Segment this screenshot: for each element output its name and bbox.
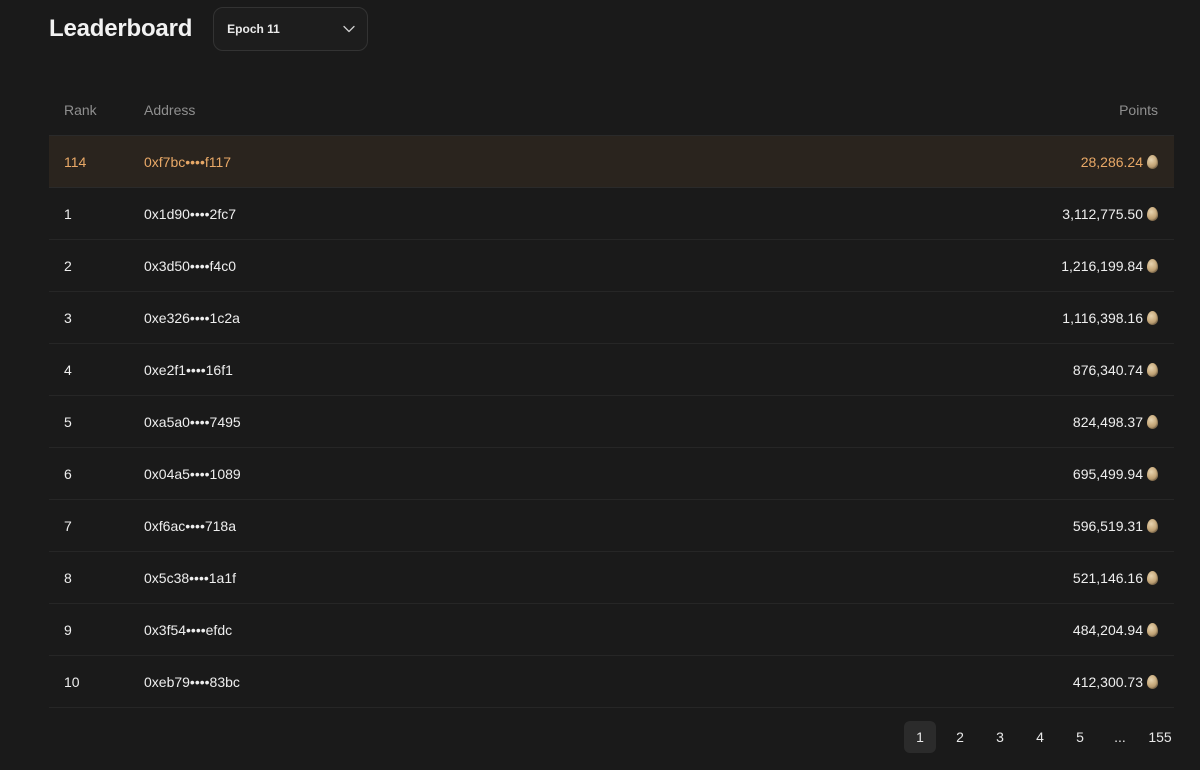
rank-cell: 6 xyxy=(64,465,72,482)
rank-cell: 7 xyxy=(64,517,72,534)
table-header: Rank Address Points xyxy=(49,84,1174,136)
points-value: 695,499.94 xyxy=(1072,465,1143,482)
points-value: 876,340.74 xyxy=(1072,361,1143,378)
points-value: 412,300.73 xyxy=(1072,673,1143,690)
column-header-points: Points xyxy=(1119,101,1158,118)
column-header-address: Address xyxy=(144,101,196,118)
pagination: 1 2 3 4 5... 155 xyxy=(904,721,1176,753)
address-cell: 0x1d90••••2fc7 xyxy=(144,205,236,222)
address-cell: 0xf6ac••••718a xyxy=(144,517,236,534)
table-row: 6 0x04a5••••1089 695,499.94 xyxy=(49,448,1174,500)
table-row: 7 0xf6ac••••718a 596,519.31 xyxy=(49,500,1174,552)
points-cell: 1,216,199.84 xyxy=(874,258,1174,274)
points-value: 824,498.37 xyxy=(1072,413,1143,430)
page-button-5[interactable]: 5 xyxy=(1064,721,1096,753)
page-button-4[interactable]: 4 xyxy=(1024,721,1056,753)
address-cell: 0xe326••••1c2a xyxy=(144,309,240,326)
rank-cell: 10 xyxy=(64,673,80,690)
points-value: 3,112,775.50 xyxy=(1062,205,1143,222)
epoch-selected-value: Epoch 11 xyxy=(227,22,280,36)
points-cell: 28,286.24 xyxy=(874,154,1174,170)
address-cell: 0xe2f1••••16f1 xyxy=(144,361,233,378)
address-cell: 0x3f54••••efdc xyxy=(144,621,233,638)
egg-icon xyxy=(1147,206,1158,221)
points-value: 1,116,398.16 xyxy=(1062,309,1143,326)
egg-icon xyxy=(1147,154,1158,169)
points-value: 1,216,199.84 xyxy=(1061,257,1143,274)
points-cell: 695,499.94 xyxy=(874,466,1174,482)
table-row: 4 0xe2f1••••16f1 876,340.74 xyxy=(49,344,1174,396)
points-cell: 412,300.73 xyxy=(874,674,1174,690)
chevron-down-icon xyxy=(343,25,355,33)
egg-icon xyxy=(1147,622,1158,637)
table-row: 10 0xeb79••••83bc 412,300.73 xyxy=(49,656,1174,708)
epoch-dropdown[interactable]: Epoch 11 xyxy=(213,7,369,51)
table-row: 5 0xa5a0••••7495 824,498.37 xyxy=(49,396,1174,448)
egg-icon xyxy=(1147,362,1158,377)
egg-icon xyxy=(1147,258,1158,273)
table-row: 8 0x5c38••••1a1f 521,146.16 xyxy=(49,552,1174,604)
points-cell: 3,112,775.50 xyxy=(874,206,1174,222)
points-value: 484,204.94 xyxy=(1072,621,1143,638)
page-button-2[interactable]: 2 xyxy=(944,721,976,753)
address-cell: 0x5c38••••1a1f xyxy=(144,569,236,586)
table-row: 2 0x3d50••••f4c0 1,216,199.84 xyxy=(49,240,1174,292)
leaderboard-table: Rank Address Points 114 0xf7bc••••f117 2… xyxy=(49,84,1174,708)
points-value: 28,286.24 xyxy=(1080,153,1143,170)
points-cell: 521,146.16 xyxy=(874,570,1174,586)
address-cell: 0xeb79••••83bc xyxy=(144,673,240,690)
egg-icon xyxy=(1147,466,1158,481)
egg-icon xyxy=(1147,414,1158,429)
rank-cell: 1 xyxy=(64,205,72,222)
table-row: 1 0x1d90••••2fc7 3,112,775.50 xyxy=(49,188,1174,240)
page-title: Leaderboard xyxy=(49,15,193,42)
points-cell: 596,519.31 xyxy=(874,518,1174,534)
rank-cell: 9 xyxy=(64,621,72,638)
rank-cell: 3 xyxy=(64,309,72,326)
page-button-155[interactable]: 155 xyxy=(1144,721,1176,753)
page-button-1[interactable]: 1 xyxy=(904,721,936,753)
current-user-row: 114 0xf7bc••••f117 28,286.24 xyxy=(49,136,1174,188)
header: Leaderboard Epoch 11 xyxy=(49,7,369,51)
table-row: 9 0x3f54••••efdc 484,204.94 xyxy=(49,604,1174,656)
rank-cell: 2 xyxy=(64,257,72,274)
address-cell: 0xf7bc••••f117 xyxy=(144,153,232,170)
points-cell: 876,340.74 xyxy=(874,362,1174,378)
rank-cell: 5 xyxy=(64,413,72,430)
egg-icon xyxy=(1147,310,1158,325)
rank-cell: 8 xyxy=(64,569,72,586)
points-cell: 484,204.94 xyxy=(874,622,1174,638)
rank-cell: 4 xyxy=(64,361,72,378)
column-header-rank: Rank xyxy=(64,101,97,118)
points-cell: 1,116,398.16 xyxy=(874,310,1174,326)
egg-icon xyxy=(1147,570,1158,585)
table-row: 3 0xe326••••1c2a 1,116,398.16 xyxy=(49,292,1174,344)
address-cell: 0x3d50••••f4c0 xyxy=(144,257,236,274)
page-button-3[interactable]: 3 xyxy=(984,721,1016,753)
pagination-ellipsis: ... xyxy=(1114,729,1126,745)
egg-icon xyxy=(1147,674,1158,689)
egg-icon xyxy=(1147,518,1158,533)
points-cell: 824,498.37 xyxy=(874,414,1174,430)
address-cell: 0xa5a0••••7495 xyxy=(144,413,241,430)
rank-cell: 114 xyxy=(64,153,87,170)
address-cell: 0x04a5••••1089 xyxy=(144,465,241,482)
points-value: 596,519.31 xyxy=(1072,517,1143,534)
leaderboard-page: Leaderboard Epoch 11 Rank Address Points… xyxy=(0,0,1200,770)
points-value: 521,146.16 xyxy=(1072,569,1143,586)
